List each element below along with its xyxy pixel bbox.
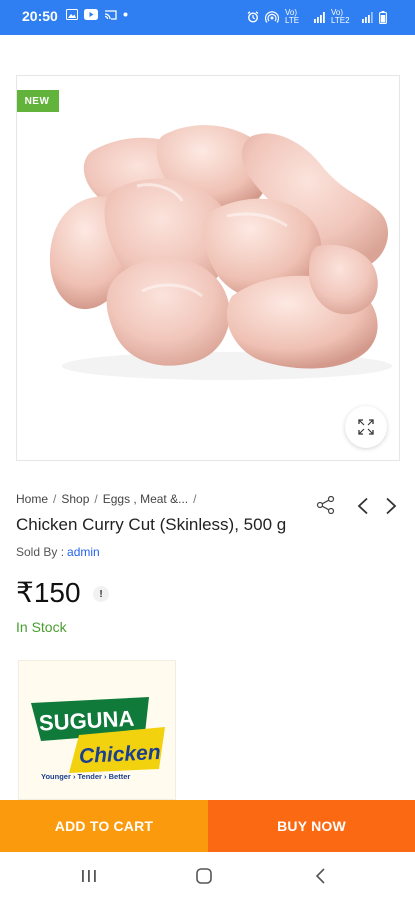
fullscreen-button[interactable] [345, 406, 387, 448]
status-bar: 20:50 Vo) LTE Vo) LTE2 [0, 0, 415, 35]
product-title: Chicken Curry Cut (Skinless), 500 g [16, 515, 287, 534]
vendor-link[interactable]: admin [67, 545, 100, 559]
breadcrumb: Home / Shop / Eggs , Meat &... / [16, 492, 196, 506]
status-left-icons [66, 9, 128, 20]
breadcrumb-separator: / [53, 492, 57, 506]
network-label-2: Vo) LTE2 [331, 8, 350, 25]
expand-icon [358, 419, 374, 435]
back-icon[interactable] [314, 867, 328, 885]
svg-text:SUGUNA: SUGUNA [38, 706, 135, 736]
status-time: 20:50 [22, 8, 58, 24]
breadcrumb-home[interactable]: Home [16, 492, 48, 506]
volte-signal-icon [362, 11, 373, 23]
product-image[interactable]: NEW [16, 75, 400, 461]
breadcrumb-separator: / [193, 492, 197, 506]
chicken-curry-cut-photo [49, 125, 392, 380]
add-to-cart-button[interactable]: ADD TO CART [0, 800, 208, 852]
breadcrumb-shop[interactable]: Shop [61, 492, 89, 506]
recent-apps-icon[interactable] [80, 868, 98, 884]
product-price: ₹150 [16, 577, 81, 608]
sold-by-label: Sold By : [16, 545, 65, 559]
buy-now-button[interactable]: BUY NOW [208, 800, 415, 852]
dot-icon [123, 12, 128, 17]
suguna-chicken-logo: SUGUNA Chicken Younger › Tender › Better [31, 697, 165, 781]
volte-signal-icon [314, 11, 325, 23]
sold-by: Sold By : admin [16, 545, 100, 559]
alarm-icon [247, 11, 259, 23]
new-badge: NEW [17, 90, 59, 112]
share-icon[interactable] [316, 496, 336, 514]
youtube-icon [84, 9, 98, 20]
battery-icon [379, 10, 387, 24]
stock-status: In Stock [16, 619, 67, 635]
system-nav-bar [0, 852, 415, 900]
svg-text:Younger › Tender › Better: Younger › Tender › Better [41, 772, 130, 781]
brand-thumbnail[interactable]: SUGUNA Chicken Younger › Tender › Better [18, 660, 176, 800]
purchase-actions: ADD TO CART BUY NOW [0, 800, 415, 852]
previous-product-icon[interactable] [356, 497, 370, 515]
gallery-icon [66, 9, 78, 20]
status-right-icons: Vo) LTE Vo) LTE2 [247, 9, 387, 25]
home-icon[interactable] [195, 867, 213, 885]
cast-icon [104, 10, 117, 20]
price-info-icon[interactable]: ! [93, 586, 109, 602]
next-product-icon[interactable] [384, 497, 398, 515]
svg-text:Chicken: Chicken [78, 741, 161, 768]
network-label-1: Vo) LTE [285, 8, 300, 25]
breadcrumb-separator: / [94, 492, 98, 506]
breadcrumb-category[interactable]: Eggs , Meat &... [103, 492, 188, 506]
hotspot-icon [265, 11, 279, 23]
